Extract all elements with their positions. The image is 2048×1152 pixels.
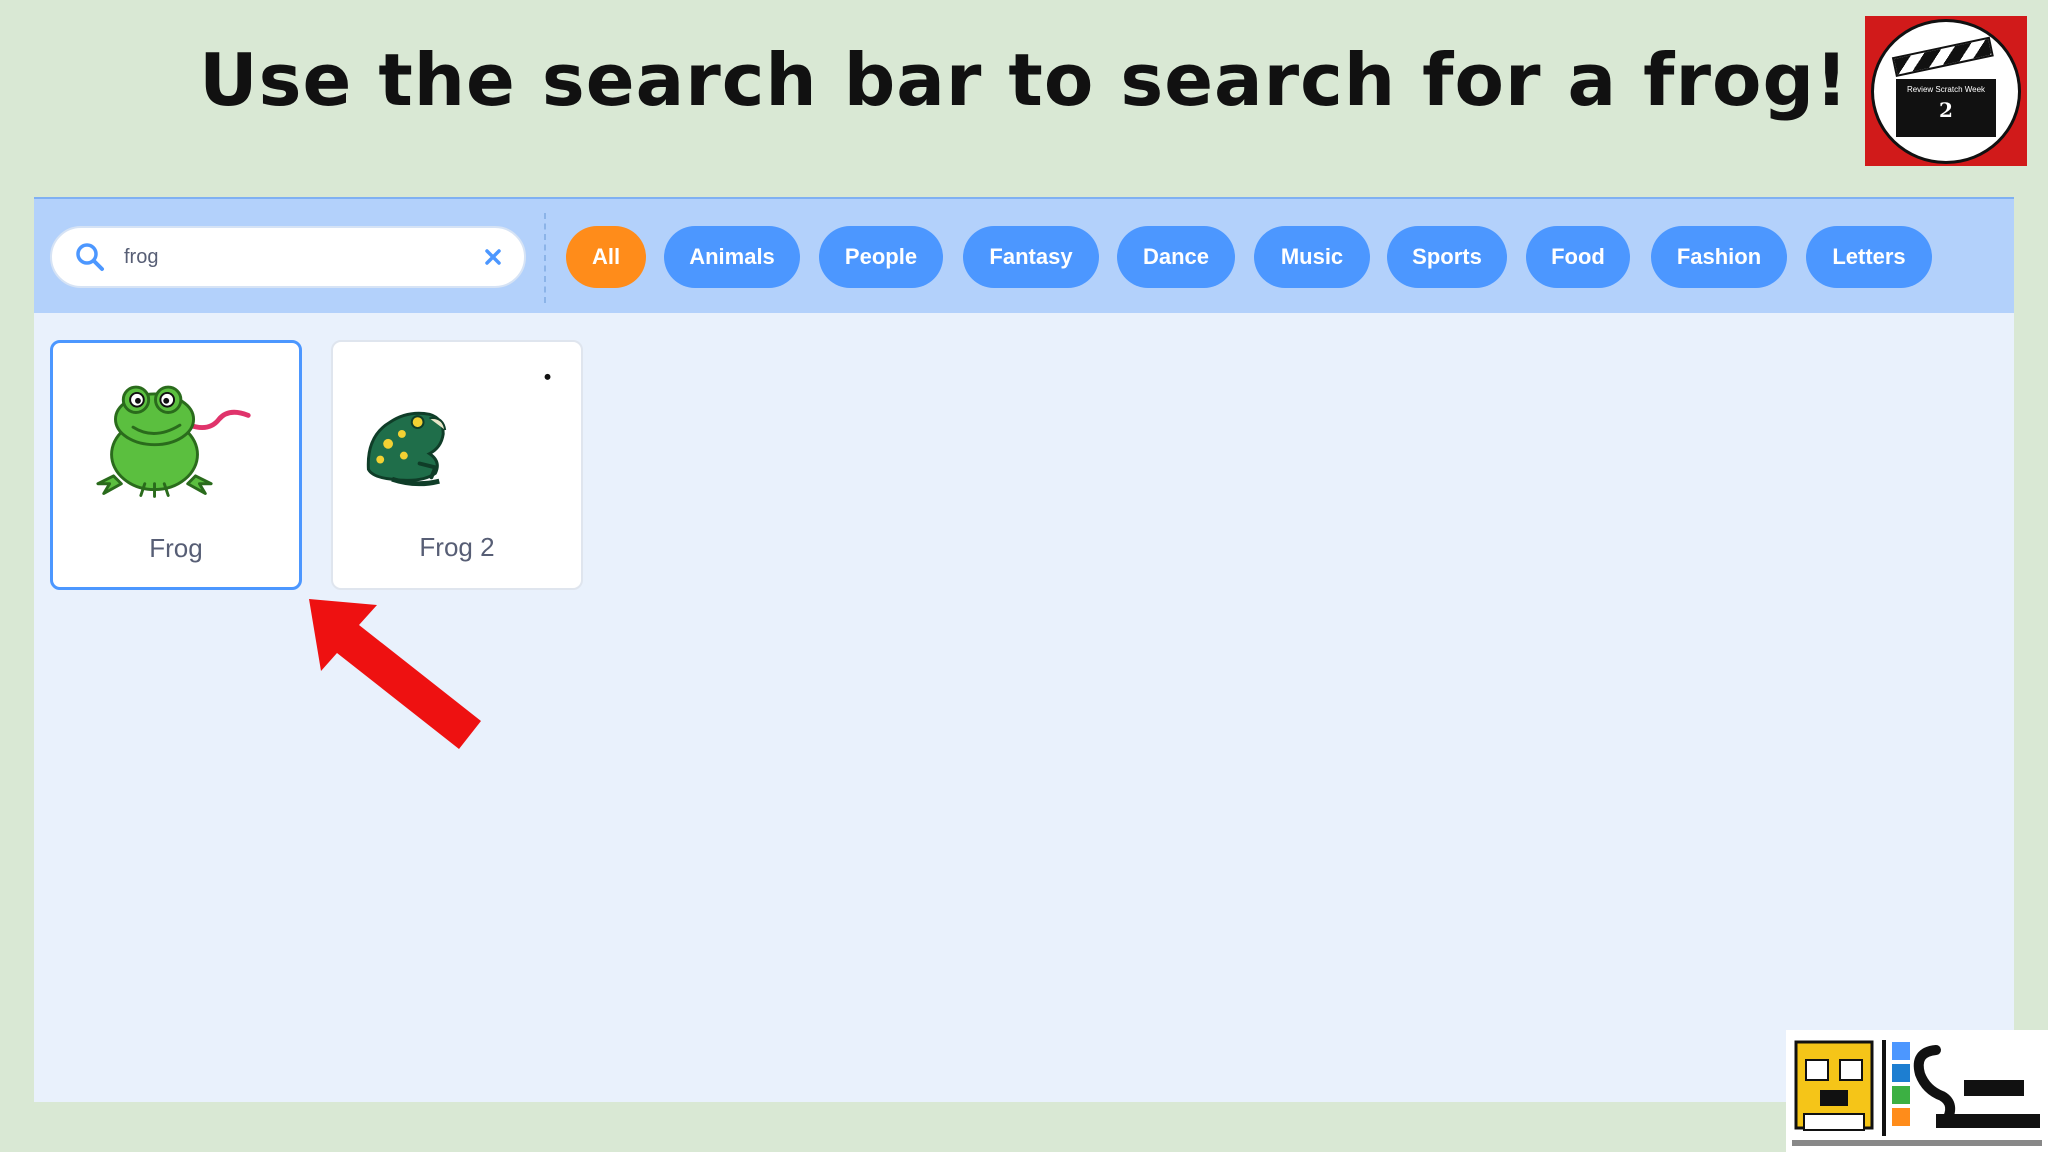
tag-people[interactable]: People	[819, 226, 943, 288]
tag-letters[interactable]: Letters	[1806, 226, 1932, 288]
filter-bar: All Animals People Fantasy Dance Music S…	[34, 197, 2014, 313]
tag-fashion[interactable]: Fashion	[1651, 226, 1787, 288]
search-box[interactable]	[50, 226, 526, 288]
slide-title: Use the search bar to search for a frog!	[199, 38, 1849, 122]
badge-number: 2	[1939, 98, 1953, 122]
badge-label: Review Scratch Week	[1906, 85, 1986, 94]
tag-sports[interactable]: Sports	[1387, 226, 1507, 288]
stem-impressionists-logo	[1786, 1030, 2048, 1152]
sprite-name: Frog 2	[419, 532, 495, 562]
badge-circle: Review Scratch Week 2	[1871, 18, 2021, 164]
tag-dance[interactable]: Dance	[1117, 226, 1235, 288]
clapperboard-icon: Review Scratch Week 2	[1891, 36, 1996, 137]
filter-divider	[544, 213, 546, 303]
tag-animals[interactable]: Animals	[664, 226, 800, 288]
search-input[interactable]	[124, 245, 454, 269]
frog-2-sprite-icon	[366, 373, 551, 487]
tag-food[interactable]: Food	[1526, 226, 1630, 288]
tag-fantasy[interactable]: Fantasy	[963, 226, 1099, 288]
sprite-card-frog[interactable]: Frog	[50, 340, 302, 590]
review-week-badge: Review Scratch Week 2	[1865, 16, 2027, 166]
tag-all[interactable]: All	[566, 226, 646, 288]
sprite-name: Frog	[149, 533, 203, 563]
close-icon[interactable]	[480, 244, 506, 270]
sprite-card-frog-2[interactable]: Frog 2	[331, 340, 583, 590]
clapper-stripes	[1891, 36, 1994, 77]
search-icon	[74, 241, 106, 273]
pointer-arrow-icon	[309, 599, 481, 749]
tag-music[interactable]: Music	[1254, 226, 1370, 288]
frog-sprite-icon	[96, 385, 251, 498]
clapper-body: Review Scratch Week 2	[1896, 79, 1996, 137]
